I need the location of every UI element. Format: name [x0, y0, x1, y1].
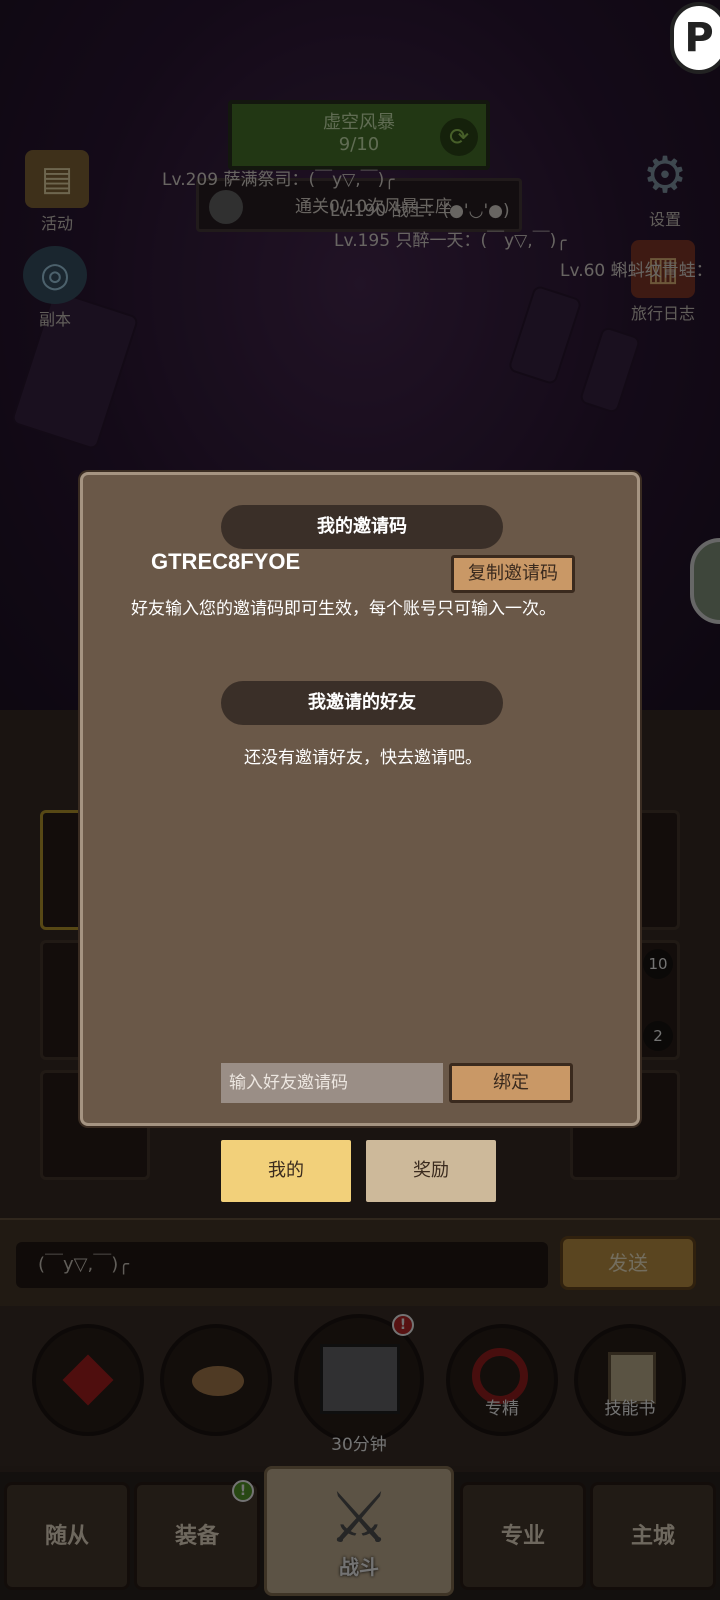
- chat-input[interactable]: (￣y▽,￣)╭: [16, 1242, 548, 1288]
- chat-bar: (￣y▽,￣)╭ 发送: [0, 1218, 720, 1306]
- equipment-alert-badge: !: [232, 1480, 254, 1502]
- nav-battle-label: 战斗: [339, 1555, 379, 1579]
- menu-dungeon[interactable]: ◎ 副本: [10, 246, 100, 330]
- world-chat-line: Lv.209 萨满祭司：(￣y▽,￣)╭: [162, 170, 395, 190]
- invite-info-text: 好友输入您的邀请码即可生效，每个账号只可输入一次。: [131, 599, 556, 619]
- copy-code-button[interactable]: 复制邀请码: [451, 555, 575, 593]
- nav-main-city[interactable]: 主城: [590, 1482, 716, 1590]
- menu-travel-log-label: 旅行日志: [630, 304, 695, 323]
- crossed-swords-icon: ⚔: [327, 1477, 391, 1559]
- gear-icon: ⚙: [642, 146, 688, 204]
- invite-code-input[interactable]: 输入好友邀请码: [221, 1063, 443, 1103]
- chest-alert-badge: !: [392, 1314, 414, 1336]
- menu-activity[interactable]: ▤ 活动: [12, 150, 102, 234]
- chat-bubble-icon[interactable]: [690, 538, 720, 624]
- tab-rewards[interactable]: 奖励: [366, 1140, 496, 1202]
- friends-title: 我邀请的好友: [221, 681, 503, 725]
- nav-profession[interactable]: 专业: [460, 1482, 586, 1590]
- crystal-decoration: [578, 325, 642, 415]
- target-icon[interactable]: [446, 1324, 558, 1436]
- invite-dialog: 我的邀请码 GTREC8FYOE 复制邀请码 好友输入您的邀请码即可生效，每个账…: [80, 472, 640, 1126]
- p-logo-icon[interactable]: P: [670, 2, 720, 74]
- scroll-icon: ▤: [25, 150, 89, 208]
- slot-count: 10: [643, 949, 673, 979]
- menu-dungeon-label: 副本: [38, 310, 71, 329]
- potion-icon[interactable]: [32, 1324, 144, 1436]
- menu-activity-label: 活动: [40, 214, 73, 233]
- bind-button[interactable]: 绑定: [449, 1063, 573, 1103]
- skill-book-label: 技能书: [604, 1399, 656, 1419]
- send-button[interactable]: 发送: [560, 1236, 696, 1290]
- world-chat-line: Lv.190 战士：(●'◡'●): [330, 201, 510, 221]
- specialization-label: 专精: [485, 1399, 519, 1419]
- tab-mine[interactable]: 我的: [221, 1140, 351, 1202]
- world-chat-line: Lv.195 只醉一天：(￣y▽,￣)╭: [334, 231, 567, 251]
- my-code-title: 我的邀请码: [221, 505, 503, 549]
- bottom-nav: 随从 装备 ! ⚔ 战斗 专业 主城: [0, 1466, 720, 1600]
- menu-settings-label: 设置: [648, 210, 681, 229]
- empty-friends-text: 还没有邀请好友，快去邀请吧。: [244, 748, 482, 768]
- chest-timer: 30分钟: [331, 1435, 387, 1455]
- info-icon: [209, 190, 243, 224]
- nav-battle[interactable]: ⚔ 战斗: [264, 1466, 454, 1596]
- crystal-decoration: [507, 284, 583, 386]
- refresh-icon[interactable]: ⟳: [440, 118, 478, 156]
- world-chat-line: Lv.60 蝌蚪纹青蛙：: [560, 261, 713, 281]
- bread-icon[interactable]: [160, 1324, 272, 1436]
- invite-code: GTREC8FYOE: [151, 549, 301, 574]
- nav-followers[interactable]: 随从: [4, 1482, 130, 1590]
- quick-skill-row: ! 30分钟 专精 技能书: [0, 1306, 720, 1466]
- portal-icon: ◎: [23, 246, 87, 304]
- skill-book-icon[interactable]: [574, 1324, 686, 1436]
- slot-count: 2: [643, 1021, 673, 1051]
- boss-progress-bar[interactable]: 虚空风暴 9/10 ⟳: [228, 100, 490, 170]
- menu-travel-log[interactable]: ▥ 旅行日志: [618, 240, 708, 324]
- menu-settings[interactable]: ⚙ 设置: [620, 146, 710, 230]
